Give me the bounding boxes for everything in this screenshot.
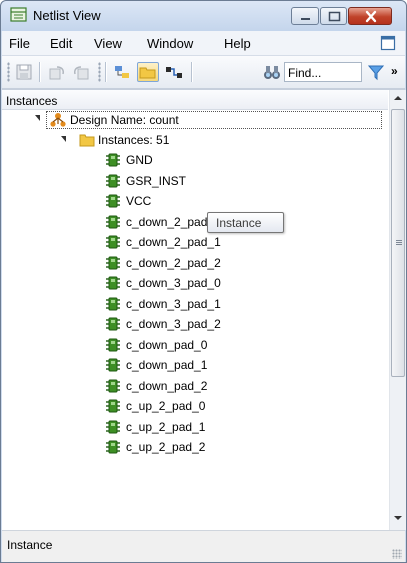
tree-row-design[interactable]: Design Name: count <box>2 110 388 130</box>
folder-icon <box>139 67 156 79</box>
instance-name-label: GSR_INST <box>126 173 187 188</box>
chip-instance-icon <box>105 398 121 414</box>
title-bar[interactable]: Netlist View <box>1 1 406 31</box>
tree-row-instance[interactable]: c_up_2_pad_0 <box>2 396 388 416</box>
dock-panel-icon[interactable] <box>380 35 396 51</box>
chip-instance-icon <box>105 357 121 373</box>
status-bar: Instance <box>2 530 405 562</box>
instances-panel: Instances Design Name: count Instances: … <box>2 89 406 530</box>
netlist-view-window: Netlist View File Edit View Window Help <box>0 0 407 563</box>
tree-row-instance[interactable]: c_down_3_pad_1 <box>2 294 388 314</box>
instance-name-label: GND <box>126 153 153 167</box>
toolbar: Find... » <box>2 56 405 89</box>
chip-instance-icon <box>105 419 121 435</box>
close-icon <box>365 10 377 23</box>
chip-instance-icon <box>105 255 121 271</box>
menu-edit[interactable]: Edit <box>50 36 72 51</box>
undo-icon[interactable] <box>48 63 66 81</box>
instances-count-label: Instances: 51 <box>98 133 170 147</box>
chip-instance-icon <box>105 193 121 209</box>
tree-row-instance[interactable]: GND <box>2 150 388 170</box>
instance-name-label: c_up_2_pad_2 <box>126 440 206 454</box>
chip-instance-icon <box>105 275 121 291</box>
chip-instance-icon <box>105 378 121 394</box>
maximize-button[interactable] <box>320 7 347 25</box>
instance-name-label: c_down_pad_0 <box>126 337 208 352</box>
hierarchy-icon[interactable] <box>113 63 131 81</box>
status-text: Instance <box>7 538 53 552</box>
tooltip: Instance <box>207 212 284 233</box>
tree-row-instances-folder[interactable]: Instances: 51 <box>2 130 388 150</box>
instance-name-label: VCC <box>126 194 152 208</box>
menu-view[interactable]: View <box>94 36 122 51</box>
connection-icon[interactable] <box>165 63 183 81</box>
tree-row-instance[interactable]: c_up_2_pad_1 <box>2 417 388 437</box>
toolbar-grip[interactable] <box>7 62 10 82</box>
instance-name-label: c_down_pad_1 <box>126 358 208 372</box>
folder-icon <box>79 132 95 148</box>
chip-instance-icon <box>105 173 121 189</box>
tree-row-instance[interactable]: c_down_2_pad_2 <box>2 253 388 273</box>
chip-instance-icon <box>105 214 121 230</box>
instance-name-label: c_down_3_pad_2 <box>126 317 221 331</box>
instance-name-label: c_down_2_pad_1 <box>126 235 221 249</box>
tree-row-instance[interactable]: c_down_3_pad_2 <box>2 314 388 334</box>
menu-help[interactable]: Help <box>224 36 251 51</box>
panel-header: Instances <box>2 90 388 110</box>
tree-row-instance[interactable]: c_down_2_pad_0 <box>2 212 388 232</box>
tree-row-instance[interactable]: c_up_2_pad_2 <box>2 437 388 457</box>
menu-window[interactable]: Window <box>147 36 193 51</box>
chip-instance-icon <box>105 439 121 455</box>
chip-instance-icon <box>105 337 121 353</box>
tree-row-instance[interactable]: c_down_2_pad_1 <box>2 232 388 252</box>
vertical-scrollbar[interactable] <box>389 90 406 530</box>
instance-name-label: c_up_2_pad_0 <box>126 399 206 413</box>
tree-row-instance[interactable]: c_down_pad_1 <box>2 355 388 375</box>
instance-name-label: c_down_3_pad_0 <box>126 276 221 290</box>
chip-instance-icon <box>105 296 121 312</box>
folder-view-button[interactable] <box>137 62 159 82</box>
filter-icon[interactable] <box>367 63 385 81</box>
close-button[interactable] <box>348 7 392 25</box>
instance-name-label: c_down_2_pad_2 <box>126 255 221 270</box>
binoculars-icon[interactable] <box>263 63 281 81</box>
tree-row-instance[interactable]: c_down_pad_0 <box>2 335 388 355</box>
instance-name-label: c_down_pad_2 <box>126 378 208 393</box>
window-title: Netlist View <box>33 8 101 23</box>
menu-bar: File Edit View Window Help <box>2 31 405 56</box>
collapse-arrow-icon[interactable] <box>61 136 66 142</box>
scroll-up-icon[interactable] <box>394 96 402 100</box>
resize-grip[interactable] <box>392 549 402 559</box>
redo-icon[interactable] <box>72 63 90 81</box>
instance-tree[interactable]: Design Name: count Instances: 51 GND GSR_… <box>2 110 388 530</box>
scroll-down-icon[interactable] <box>394 516 402 520</box>
minimize-button[interactable] <box>291 7 319 25</box>
chip-instance-icon <box>105 234 121 250</box>
collapse-arrow-icon[interactable] <box>35 115 40 121</box>
chip-instance-icon <box>105 152 121 168</box>
instance-name-label: c_down_3_pad_1 <box>126 296 221 311</box>
scrollbar-thumb[interactable] <box>391 109 405 377</box>
focus-outline <box>46 111 382 129</box>
save-icon[interactable] <box>15 63 33 81</box>
menu-file[interactable]: File <box>9 36 30 51</box>
netlist-app-icon <box>10 7 28 23</box>
instance-name-label: c_up_2_pad_1 <box>126 419 206 434</box>
tree-row-instance[interactable]: GSR_INST <box>2 171 388 191</box>
chip-instance-icon <box>105 316 121 332</box>
tree-row-instance[interactable]: c_down_pad_2 <box>2 376 388 396</box>
find-input[interactable]: Find... <box>284 62 362 82</box>
tree-row-instance[interactable]: VCC <box>2 191 388 211</box>
tree-row-instance[interactable]: c_down_3_pad_0 <box>2 273 388 293</box>
toolbar-overflow-button[interactable]: » <box>391 64 398 78</box>
